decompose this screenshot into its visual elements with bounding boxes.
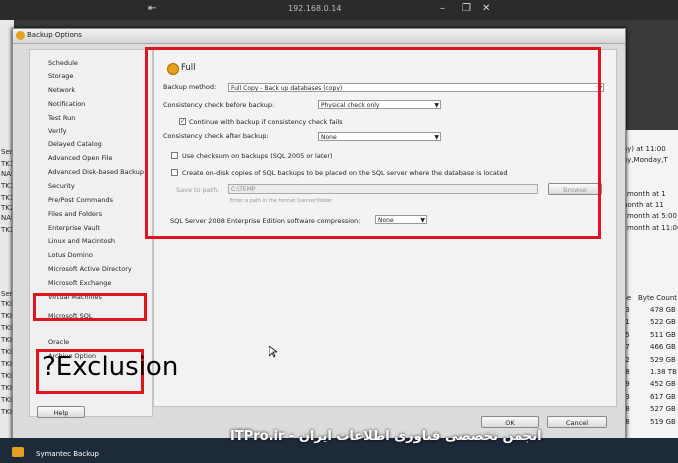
backup-method-label: Backup method: <box>163 83 217 91</box>
checksum-label: Use checksum on backups (SQL 2005 or lat… <box>182 152 333 160</box>
watermark: ITPro.ir - انجمن تخصصی فناوری اطلاعات ای… <box>230 429 542 444</box>
compression-label: SQL Server 2008 Enterprise Edition softw… <box>170 217 361 225</box>
database-icon <box>167 63 179 75</box>
nav-item[interactable]: Linux and Macintosh <box>48 237 115 245</box>
dialog-title-bar[interactable]: Backup Options <box>13 29 625 44</box>
consistency-before-dropdown[interactable]: Physical check only ▼ <box>318 100 441 109</box>
job-byte-count: 529 GB <box>650 355 676 364</box>
consistency-before-value: Physical check only <box>321 102 380 109</box>
cancel-button[interactable]: Cancel <box>547 416 607 428</box>
nav-item[interactable]: Advanced Open File <box>48 154 112 162</box>
job-byte-count: 1.38 TB <box>650 368 677 376</box>
nav-item[interactable]: Files and Folders <box>48 210 102 218</box>
backup-exec-task-icon[interactable] <box>12 447 24 457</box>
nav-item[interactable]: Delayed Catalog <box>48 140 102 148</box>
nav-item[interactable]: Virtual Machines <box>48 293 102 301</box>
backup-method-dropdown[interactable]: Full Copy - Back up databases (copy) ▼ <box>228 83 604 92</box>
help-button[interactable]: Help <box>37 406 85 418</box>
save-path-label: Save to path: <box>176 186 220 194</box>
job-byte-count: 522 GB <box>650 318 676 327</box>
panel-header: Full <box>181 63 196 73</box>
close-icon[interactable]: ✕ <box>482 3 490 14</box>
job-byte-count: 617 GB <box>650 392 676 401</box>
nav-item[interactable]: Schedule <box>48 59 78 67</box>
compression-value: None <box>378 217 394 224</box>
ondisk-copies-checkbox[interactable] <box>171 169 178 176</box>
job-byte-count: 466 GB <box>650 343 676 352</box>
chevron-down-icon: ▼ <box>434 102 439 109</box>
nav-item[interactable]: Verify <box>48 127 66 135</box>
backup-exec-icon <box>16 31 25 40</box>
job-byte-count: 452 GB <box>650 380 676 389</box>
pin-icon[interactable]: ⇤ <box>148 3 156 14</box>
nav-item[interactable]: Network <box>48 86 75 94</box>
exclusion-annotation: ?Exclusion <box>42 352 179 382</box>
chevron-down-icon: ▼ <box>597 85 602 92</box>
dialog-title: Backup Options <box>27 31 82 39</box>
save-path-input[interactable]: C:\TEMP <box>228 184 538 194</box>
nav-item[interactable]: Pre/Post Commands <box>48 196 113 204</box>
consistency-after-value: None <box>321 134 337 141</box>
nav-item[interactable]: Storage <box>48 72 73 80</box>
byte-count-column-header: Byte Count <box>638 294 678 302</box>
nav-item[interactable]: Notification <box>48 100 85 108</box>
mouse-cursor-icon <box>269 346 277 358</box>
nav-item[interactable]: Advanced Disk-based Backup <box>48 168 144 176</box>
sql-options-panel: Full Backup method: Full Copy - Back up … <box>153 49 617 407</box>
browse-button[interactable]: Browse <box>548 183 602 195</box>
ondisk-copies-label: Create on-disk copies of SQL backups to … <box>182 169 508 177</box>
job-byte-count: 511 GB <box>650 330 676 339</box>
remote-session-bar: ⇤ 192.168.0.14 – ❐ ✕ <box>0 0 678 20</box>
nav-item[interactable]: Security <box>48 182 75 190</box>
consistency-after-dropdown[interactable]: None ▼ <box>318 132 441 141</box>
consistency-after-label: Consistency check after backup: <box>163 132 269 140</box>
continue-backup-label: Continue with backup if consistency chec… <box>189 118 343 126</box>
nav-item[interactable]: Test Run <box>48 114 75 122</box>
remote-ip: 192.168.0.14 <box>288 4 342 13</box>
job-byte-count: 519 GB <box>650 417 676 426</box>
nav-item[interactable]: Microsoft Exchange <box>48 279 111 287</box>
nav-item[interactable]: Microsoft SQL <box>48 312 93 320</box>
compression-dropdown[interactable]: None ▼ <box>375 215 427 224</box>
consistency-before-label: Consistency check before backup: <box>163 101 275 109</box>
chevron-down-icon: ▼ <box>434 134 439 141</box>
nav-item[interactable]: Microsoft Active Directory <box>48 265 132 273</box>
nav-item[interactable]: Enterprise Vault <box>48 224 100 232</box>
ok-button[interactable]: OK <box>481 416 539 428</box>
continue-backup-checkbox[interactable]: ✓ <box>179 118 186 125</box>
taskbar-task-label[interactable]: Symantec Backup <box>36 450 99 458</box>
minimize-icon[interactable]: – <box>440 3 445 14</box>
restore-icon[interactable]: ❐ <box>462 3 471 14</box>
backup-method-value: Full Copy - Back up databases (copy) <box>231 85 343 92</box>
checksum-checkbox[interactable] <box>171 152 178 159</box>
nav-item[interactable]: Oracle <box>48 338 69 346</box>
save-path-hint: Enter a path in the format \\server\fold… <box>230 198 333 204</box>
job-byte-count: 478 GB <box>650 306 676 314</box>
chevron-down-icon: ▼ <box>420 217 425 224</box>
nav-item[interactable]: Lotus Domino <box>48 251 93 259</box>
job-byte-count: 527 GB <box>650 405 676 414</box>
